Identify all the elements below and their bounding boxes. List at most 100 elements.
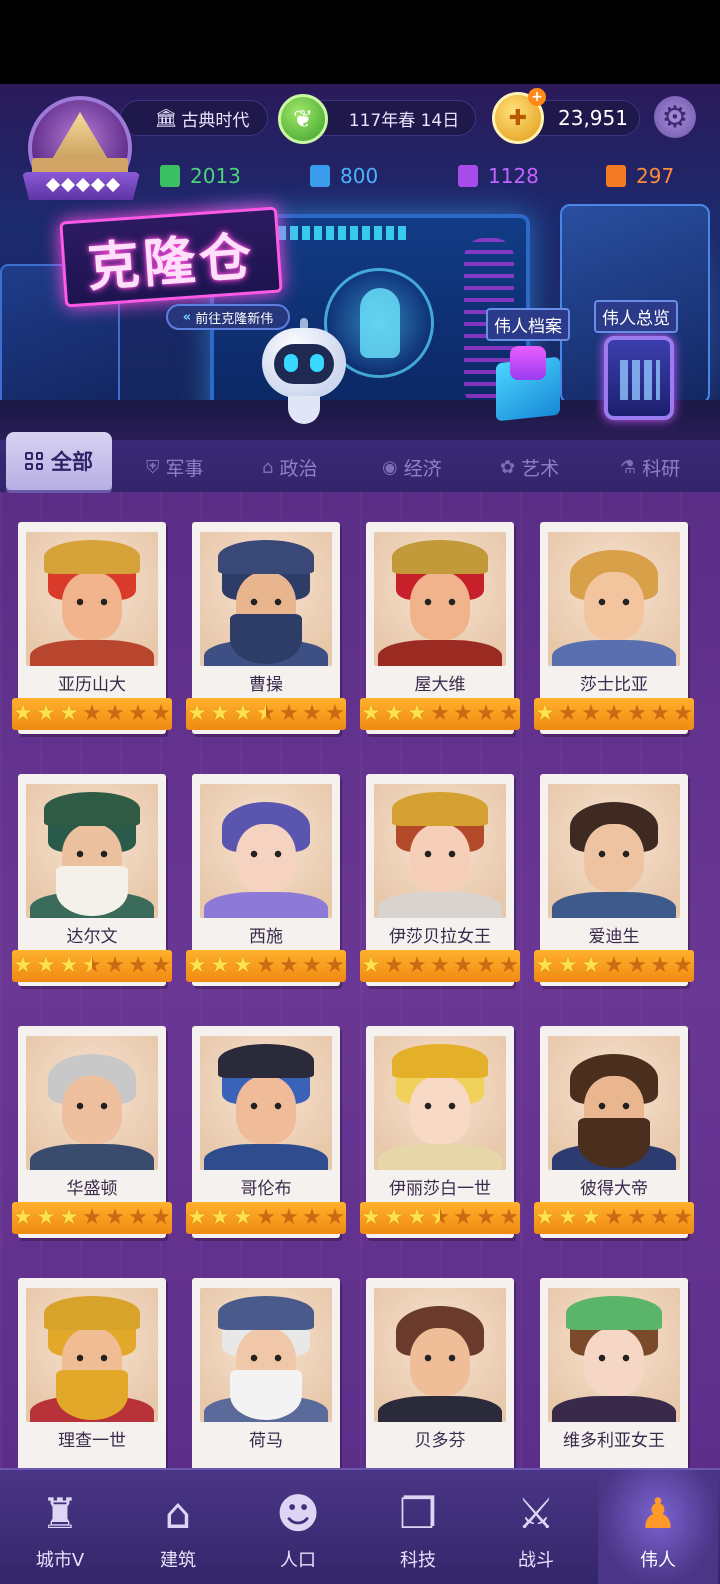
hero-archive-button[interactable]: 伟人档案 xyxy=(486,308,570,422)
hero-portrait xyxy=(548,784,680,918)
clone-bay-title[interactable]: 克隆仓 xyxy=(59,206,283,308)
hero-portrait xyxy=(200,784,332,918)
hero-name: 莎士比亚 xyxy=(580,675,648,695)
nav-city[interactable]: ♜ 城市V xyxy=(0,1470,120,1584)
house-icon: ⌂ xyxy=(164,1488,192,1538)
hero-card[interactable]: 伊莎贝拉女王 ★ ★ ★ ★ ★ ★ ★ xyxy=(360,774,520,994)
hero-name: 荷马 xyxy=(249,1431,283,1451)
date-label: 117年春 14日 xyxy=(348,110,460,131)
star-icon: ★ xyxy=(59,953,79,978)
star-icon: ★ xyxy=(128,701,148,726)
swords-icon: ⚔ xyxy=(517,1488,555,1538)
hero-overview-button[interactable]: 伟人总览 xyxy=(594,300,688,426)
purple-resource-icon xyxy=(458,165,478,187)
hero-portrait xyxy=(374,784,506,918)
star-icon: ★ xyxy=(650,701,670,726)
star-icon: ★ xyxy=(673,953,693,978)
resource-orange: 297 xyxy=(606,162,674,190)
add-gold-icon[interactable]: + xyxy=(528,88,546,106)
star-icon: ★ xyxy=(187,953,207,978)
tab-military[interactable]: ⛨ 军事 xyxy=(146,450,204,484)
star-icon: ★ xyxy=(105,953,125,978)
star-rating: ★ ★ ★ ★ ★ ★ ★ xyxy=(12,950,172,982)
star-icon: ★ xyxy=(210,1205,230,1230)
resource-value: 2013 xyxy=(190,164,241,188)
hero-card[interactable]: 爱迪生 ★ ★ ★ ★ ★ ★ ★ xyxy=(534,774,694,994)
hero-portrait xyxy=(26,1036,158,1170)
hero-card[interactable]: 屋大维 ★ ★ ★ ★ ★ ★ ★ xyxy=(360,522,520,742)
star-icon: ★ xyxy=(13,701,33,726)
hero-name: 屋大维 xyxy=(414,675,466,695)
era-pill[interactable]: 🏛 古典时代 xyxy=(120,100,268,136)
nav-population[interactable]: ☻ 人口 xyxy=(238,1470,358,1584)
star-icon: ★ xyxy=(476,701,496,726)
hero-portrait xyxy=(200,532,332,666)
tab-research[interactable]: ⚗ 科研 xyxy=(620,450,680,484)
hero-card[interactable]: 哥伦布 ★ ★ ★ ★ ★ ★ ★ xyxy=(186,1026,346,1246)
star-icon: ★ xyxy=(187,1205,207,1230)
hero-card[interactable]: 曹操 ★ ★ ★ ★ ★ ★ ★ xyxy=(186,522,346,742)
resource-value: 800 xyxy=(340,164,379,188)
star-icon: ★ xyxy=(535,701,555,726)
star-icon: ★ xyxy=(535,1205,555,1230)
gear-icon[interactable]: ⚙ xyxy=(654,96,696,138)
nav-buildings[interactable]: ⌂ 建筑 xyxy=(118,1470,238,1584)
tab-all[interactable]: 全部 xyxy=(6,432,112,490)
star-icon: ★ xyxy=(430,953,450,978)
star-icon: ★ xyxy=(535,953,555,978)
star-rating: ★ ★ ★ ★ ★ ★ ★ xyxy=(12,698,172,730)
hero-name: 爱迪生 xyxy=(588,927,640,947)
castle-icon: ♜ xyxy=(41,1488,79,1538)
person-icon: ☻ xyxy=(276,1488,320,1538)
era-avatar-badge[interactable] xyxy=(22,96,140,200)
star-icon: ★ xyxy=(279,701,299,726)
nav-battle[interactable]: ⚔ 战斗 xyxy=(476,1470,596,1584)
orange-resource-icon xyxy=(606,165,626,187)
robot-mascot[interactable] xyxy=(262,318,346,426)
gold-amount: 23,951 xyxy=(558,106,628,130)
star-icon: ★ xyxy=(453,953,473,978)
hero-card[interactable]: 彼得大帝 ★ ★ ★ ★ ★ ★ ★ xyxy=(534,1026,694,1246)
hero-name: 维多利亚女王 xyxy=(563,1431,665,1451)
star-icon: ★ xyxy=(407,953,427,978)
hero-portrait xyxy=(26,1288,158,1422)
hero-name: 西施 xyxy=(249,927,283,947)
hero-card[interactable]: 维多利亚女王 xyxy=(534,1278,694,1468)
star-icon: ★ xyxy=(558,953,578,978)
star-icon: ★ xyxy=(430,701,450,726)
hero-name: 哥伦布 xyxy=(240,1179,292,1199)
star-rating: ★ ★ ★ ★ ★ ★ ★ xyxy=(186,950,346,982)
shield-icon: ⛨ xyxy=(146,456,160,478)
hero-card[interactable]: 莎士比亚 ★ ★ ★ ★ ★ ★ ★ xyxy=(534,522,694,742)
nav-great-people[interactable]: ♟ 伟人 xyxy=(598,1470,718,1584)
tab-art[interactable]: ✿ 艺术 xyxy=(500,450,559,484)
hero-card[interactable]: 亚历山大 ★ ★ ★ ★ ★ ★ ★ xyxy=(12,522,172,742)
star-rating: ★ ★ ★ ★ ★ ★ ★ xyxy=(12,1202,172,1234)
hero-portrait xyxy=(200,1036,332,1170)
hero-card[interactable]: 西施 ★ ★ ★ ★ ★ ★ ★ xyxy=(186,774,346,994)
star-icon: ★ xyxy=(210,953,230,978)
tab-politics[interactable]: ⌂ 政治 xyxy=(262,450,317,484)
star-icon: ★ xyxy=(279,1205,299,1230)
hero-card[interactable]: 伊丽莎白一世 ★ ★ ★ ★ ★ ★ ★ xyxy=(360,1026,520,1246)
star-icon: ★ xyxy=(151,1205,171,1230)
star-icon: ★ xyxy=(13,953,33,978)
star-icon: ★ xyxy=(604,953,624,978)
tab-economy[interactable]: ◉ 经济 xyxy=(382,450,442,484)
star-icon: ★ xyxy=(476,1205,496,1230)
hero-card[interactable]: 华盛顿 ★ ★ ★ ★ ★ ★ ★ xyxy=(12,1026,172,1246)
star-icon: ★ xyxy=(82,1205,102,1230)
star-icon: ★ xyxy=(581,1205,601,1230)
star-icon: ★ xyxy=(302,953,322,978)
star-icon: ★ xyxy=(105,701,125,726)
star-icon: ★ xyxy=(558,1205,578,1230)
hero-card[interactable]: 理查一世 xyxy=(12,1278,172,1468)
hero-portrait xyxy=(374,1288,506,1422)
nav-tech[interactable]: ❐ 科技 xyxy=(358,1470,478,1584)
hero-card[interactable]: 贝多芬 xyxy=(360,1278,520,1468)
star-icon: ★ xyxy=(210,701,230,726)
museum-icon: 🏛 xyxy=(154,107,178,129)
hero-card[interactable]: 荷马 xyxy=(186,1278,346,1468)
hero-card[interactable]: 达尔文 ★ ★ ★ ★ ★ ★ ★ xyxy=(12,774,172,994)
star-icon: ★ xyxy=(151,701,171,726)
